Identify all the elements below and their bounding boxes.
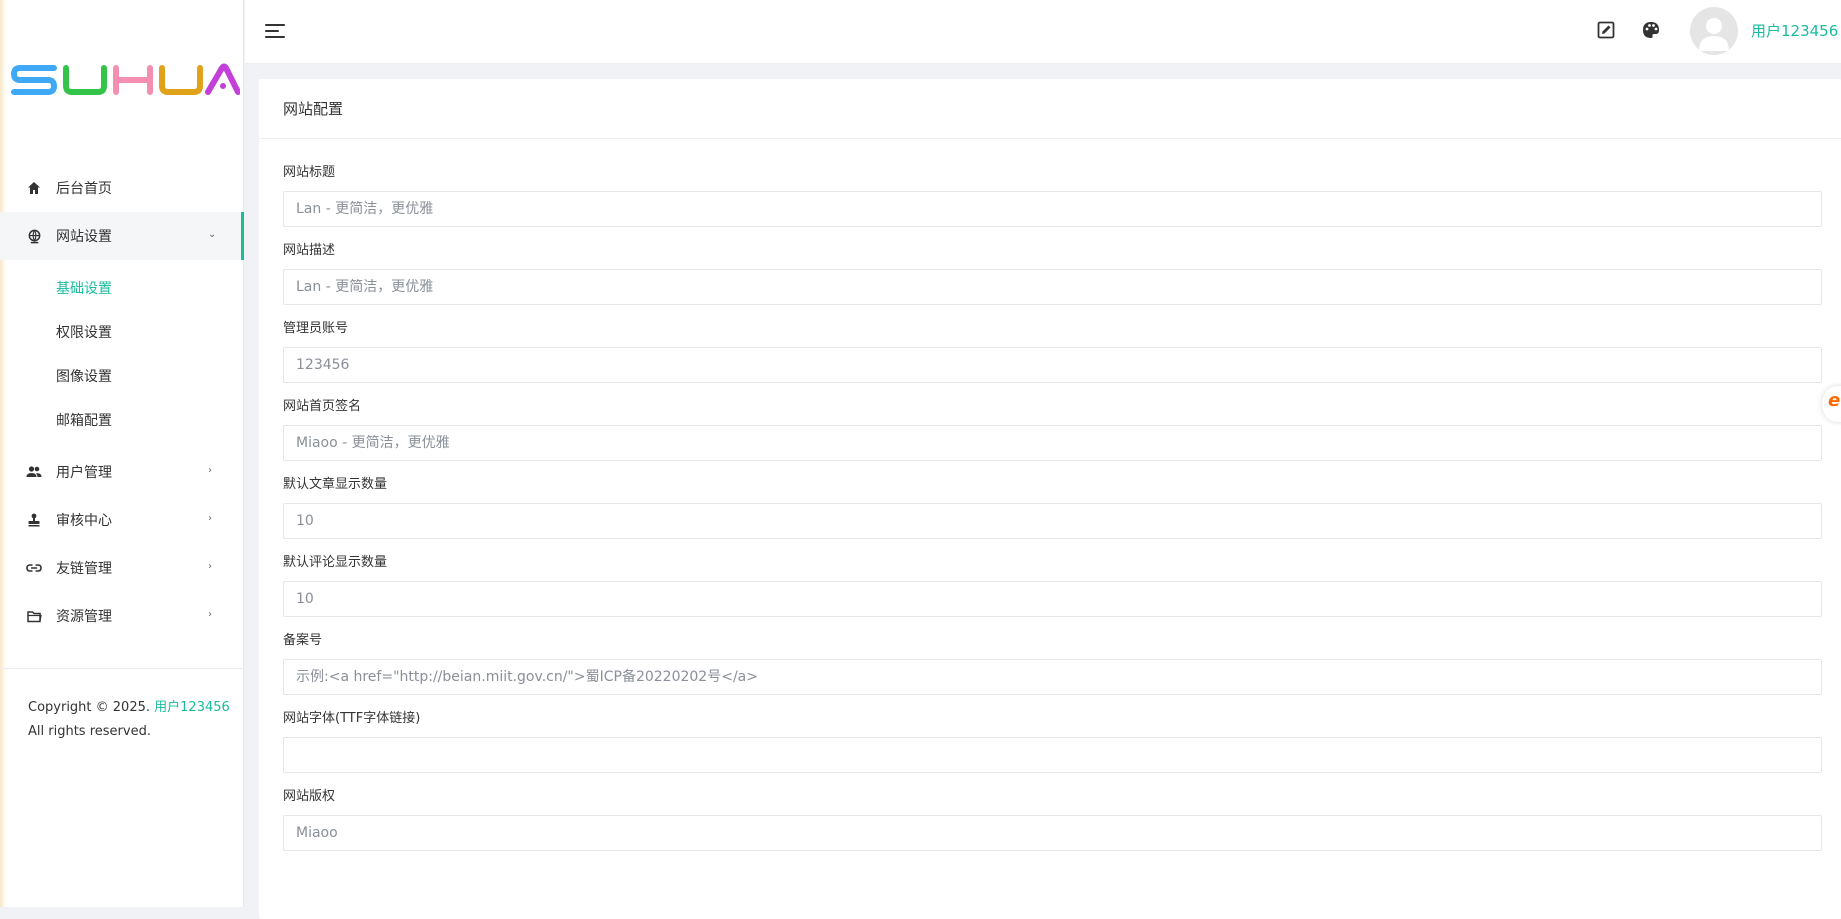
home-signature-input[interactable] — [283, 425, 1822, 461]
chevron-right-icon: › — [208, 609, 212, 620]
user-menu[interactable]: 用户123456 ▾ — [1751, 20, 1841, 41]
copyright-user-link[interactable]: 用户123456 — [154, 700, 230, 715]
article-count-input[interactable] — [283, 503, 1822, 539]
chevron-right-icon: › — [208, 561, 212, 572]
floating-widget-icon: e — [1828, 390, 1841, 411]
edit-icon[interactable] — [1596, 20, 1616, 40]
sidebar-item-site-settings[interactable]: 网站设置 ⌄ — [0, 212, 244, 260]
field-label: 备案号 — [283, 633, 323, 648]
field-label: 网站标题 — [283, 165, 336, 180]
sidebar-item-resource-management[interactable]: 资源管理 › — [0, 592, 244, 640]
sidebar-item-label: 资源管理 — [56, 609, 112, 625]
form-group-site-description: 网站描述 — [283, 241, 1822, 305]
logo[interactable] — [10, 62, 240, 98]
form-group-site-copyright: 网站版权 — [283, 787, 1822, 851]
admin-account-input[interactable] — [283, 347, 1822, 383]
sidebar-subitem-basic-settings[interactable]: 基础设置 — [0, 266, 244, 310]
users-icon — [24, 462, 44, 482]
sidebar-item-label: 网站设置 — [56, 229, 112, 245]
chevron-right-icon: › — [208, 513, 212, 524]
home-icon — [24, 178, 44, 198]
sidebar-subitem-email-config[interactable]: 邮箱配置 — [0, 398, 244, 442]
icp-number-input[interactable] — [283, 659, 1822, 695]
sidebar-divider — [0, 668, 244, 669]
avatar[interactable] — [1690, 7, 1738, 55]
field-label: 默认评论显示数量 — [283, 555, 388, 570]
site-description-input[interactable] — [283, 269, 1822, 305]
stamp-icon — [24, 510, 44, 530]
sidebar-item-user-management[interactable]: 用户管理 › — [0, 448, 244, 496]
form-group-article-count: 默认文章显示数量 — [283, 475, 1822, 539]
field-label: 管理员账号 — [283, 321, 349, 336]
page-title: 网站配置 — [259, 79, 1841, 139]
sidebar-nav: 后台首页 网站设置 ⌄ 基础设置 权限设置 图像设置 邮箱配置 用户管理 › 审… — [0, 164, 244, 640]
sidebar-item-label: 审核中心 — [56, 513, 112, 529]
site-font-input[interactable] — [283, 737, 1822, 773]
form-group-comment-count: 默认评论显示数量 — [283, 553, 1822, 617]
sidebar-subitem-permission-settings[interactable]: 权限设置 — [0, 310, 244, 354]
sidebar: 后台首页 网站设置 ⌄ 基础设置 权限设置 图像设置 邮箱配置 用户管理 › 审… — [0, 0, 244, 907]
palette-icon[interactable] — [1641, 20, 1661, 40]
field-label: 网站描述 — [283, 243, 336, 258]
sidebar-item-label: 友链管理 — [56, 561, 112, 577]
form-group-site-title: 网站标题 — [283, 163, 1822, 227]
sidebar-submenu-site-settings: 基础设置 权限设置 图像设置 邮箱配置 — [0, 260, 244, 448]
sidebar-item-link-management[interactable]: 友链管理 › — [0, 544, 244, 592]
site-config-form: 网站标题 网站描述 管理员账号 网站首页签名 默认文章显示数量 默认评论显示数量… — [259, 139, 1841, 851]
field-label: 网站字体(TTF字体链接) — [283, 711, 421, 726]
site-copyright-input[interactable] — [283, 815, 1822, 851]
chevron-down-icon: ⌄ — [208, 229, 217, 240]
form-group-site-font: 网站字体(TTF字体链接) — [283, 709, 1822, 773]
top-header: 用户123456 ▾ — [245, 0, 1841, 64]
globe-icon — [24, 226, 44, 246]
main-card: 网站配置 网站标题 网站描述 管理员账号 网站首页签名 默认文章显示数量 默认评… — [259, 79, 1841, 919]
sidebar-item-label: 用户管理 — [56, 465, 112, 481]
field-label: 网站首页签名 — [283, 399, 362, 414]
link-icon — [24, 558, 44, 578]
copyright-suffix: All rights reserved. — [28, 724, 151, 739]
form-group-admin-account: 管理员账号 — [283, 319, 1822, 383]
site-title-input[interactable] — [283, 191, 1822, 227]
field-label: 默认文章显示数量 — [283, 477, 388, 492]
form-group-icp-number: 备案号 — [283, 631, 1822, 695]
menu-toggle-icon[interactable] — [264, 20, 286, 42]
sidebar-item-label: 后台首页 — [56, 181, 112, 197]
form-group-home-signature: 网站首页签名 — [283, 397, 1822, 461]
user-name: 用户123456 — [1751, 22, 1839, 40]
copyright: Copyright © 2025. 用户123456 All rights re… — [28, 696, 230, 744]
comment-count-input[interactable] — [283, 581, 1822, 617]
sidebar-subitem-image-settings[interactable]: 图像设置 — [0, 354, 244, 398]
sidebar-item-review-center[interactable]: 审核中心 › — [0, 496, 244, 544]
sidebar-item-home[interactable]: 后台首页 — [0, 164, 244, 212]
copyright-prefix: Copyright © 2025. — [28, 700, 151, 715]
chevron-right-icon: › — [208, 465, 212, 476]
field-label: 网站版权 — [283, 789, 336, 804]
folder-icon — [24, 606, 44, 626]
